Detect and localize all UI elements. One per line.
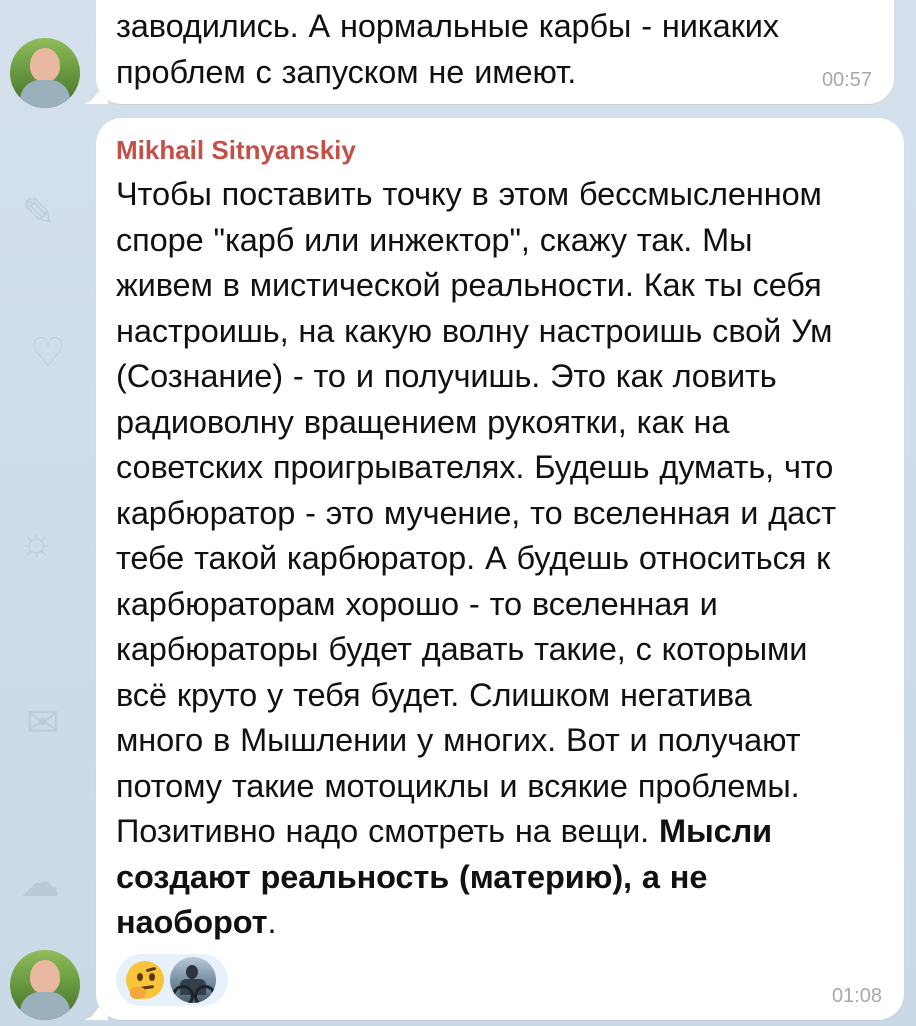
doodle-icon: ♡	[30, 331, 66, 375]
sender-avatar[interactable]	[10, 950, 80, 1020]
message-line: наоборот.	[116, 900, 880, 946]
message-line: карбюраторам хорошо - то вселенная и	[116, 585, 718, 622]
message-time: 01:08	[831, 985, 882, 1007]
message-text: Чтобы поставить точку в этом бессмысленн…	[116, 172, 880, 946]
sender-avatar[interactable]	[10, 38, 80, 108]
message-line: карбюраторы будет давать такие, с которы…	[116, 631, 808, 667]
doodle-icon: ✎	[22, 191, 56, 235]
message-bubble[interactable]: заводились. А нормальные карбы - никаких…	[96, 0, 894, 104]
message-text-bold: Мысли	[649, 813, 773, 849]
message-bubble[interactable]: Mikhail Sitnyanskiy Чтобы поставить точк…	[96, 118, 904, 1020]
message-line: настроишь, на какую волну настроишь свой…	[116, 312, 833, 349]
doodle-icon: ☁	[20, 861, 60, 905]
message-text-bold: наоборот	[116, 904, 268, 940]
message-text-bold: создают реальность (материю), а не	[116, 858, 708, 895]
message-line: много в Мышлении у многих. Вот и получаю…	[116, 722, 801, 758]
emoji-brow	[145, 966, 157, 973]
message-line: проблем с запуском не имеют.	[116, 53, 577, 90]
avatar-shirt	[20, 992, 70, 1020]
avatar-head	[30, 960, 60, 994]
avatar-shirt	[20, 80, 70, 108]
message-line: заводились. А нормальные карбы - никаких	[116, 8, 779, 44]
message-line: всё круто у тебя будет. Слишком негатива	[116, 676, 752, 713]
emoji-eye	[137, 973, 143, 981]
message-text: заводились. А нормальные карбы - никаких…	[116, 4, 872, 95]
message-time: 00:57	[821, 69, 872, 91]
sender-name[interactable]: Mikhail Sitnyanskiy	[116, 132, 880, 168]
message-line: советских проигрывателях. Будешь думать,…	[116, 449, 834, 485]
doodle-icon: ☼	[18, 520, 55, 564]
message-line: тебе такой карбюратор. А будешь относить…	[116, 540, 831, 576]
message-line: Чтобы поставить точку в этом бессмысленн…	[116, 176, 822, 212]
message-line: создают реальность (материю), а не	[116, 855, 880, 901]
thinking-face-icon	[126, 961, 164, 999]
wheel-icon	[172, 985, 194, 1003]
message-text-plain: Позитивно надо смотреть на вещи.	[116, 813, 650, 849]
message-text-plain: .	[267, 904, 277, 940]
message-line: Позитивно надо смотреть на вещи. Мысли	[116, 809, 880, 855]
reactions-pill[interactable]	[116, 954, 228, 1006]
message-line: радиоволну вращением рукоятки, как на	[116, 403, 730, 440]
wheel-icon	[194, 985, 216, 1003]
emoji-hand	[130, 987, 146, 999]
message-line: споре "карб или инжектор", скажу так. Мы	[116, 221, 753, 258]
avatar-head	[30, 48, 60, 82]
doodle-icon: ✉	[26, 701, 60, 745]
message-line: карбюратор - это мучение, то вселенная и…	[116, 494, 837, 531]
message-line: потому такие мотоциклы и всякие проблемы…	[116, 767, 800, 804]
rider-head	[186, 965, 198, 979]
reactor-avatar[interactable]	[170, 957, 216, 1003]
message-line: живем в мистической реальности. Как ты с…	[116, 267, 822, 303]
message-line: (Сознание) - то и получишь. Это как лови…	[116, 358, 777, 394]
emoji-eye	[149, 973, 155, 981]
